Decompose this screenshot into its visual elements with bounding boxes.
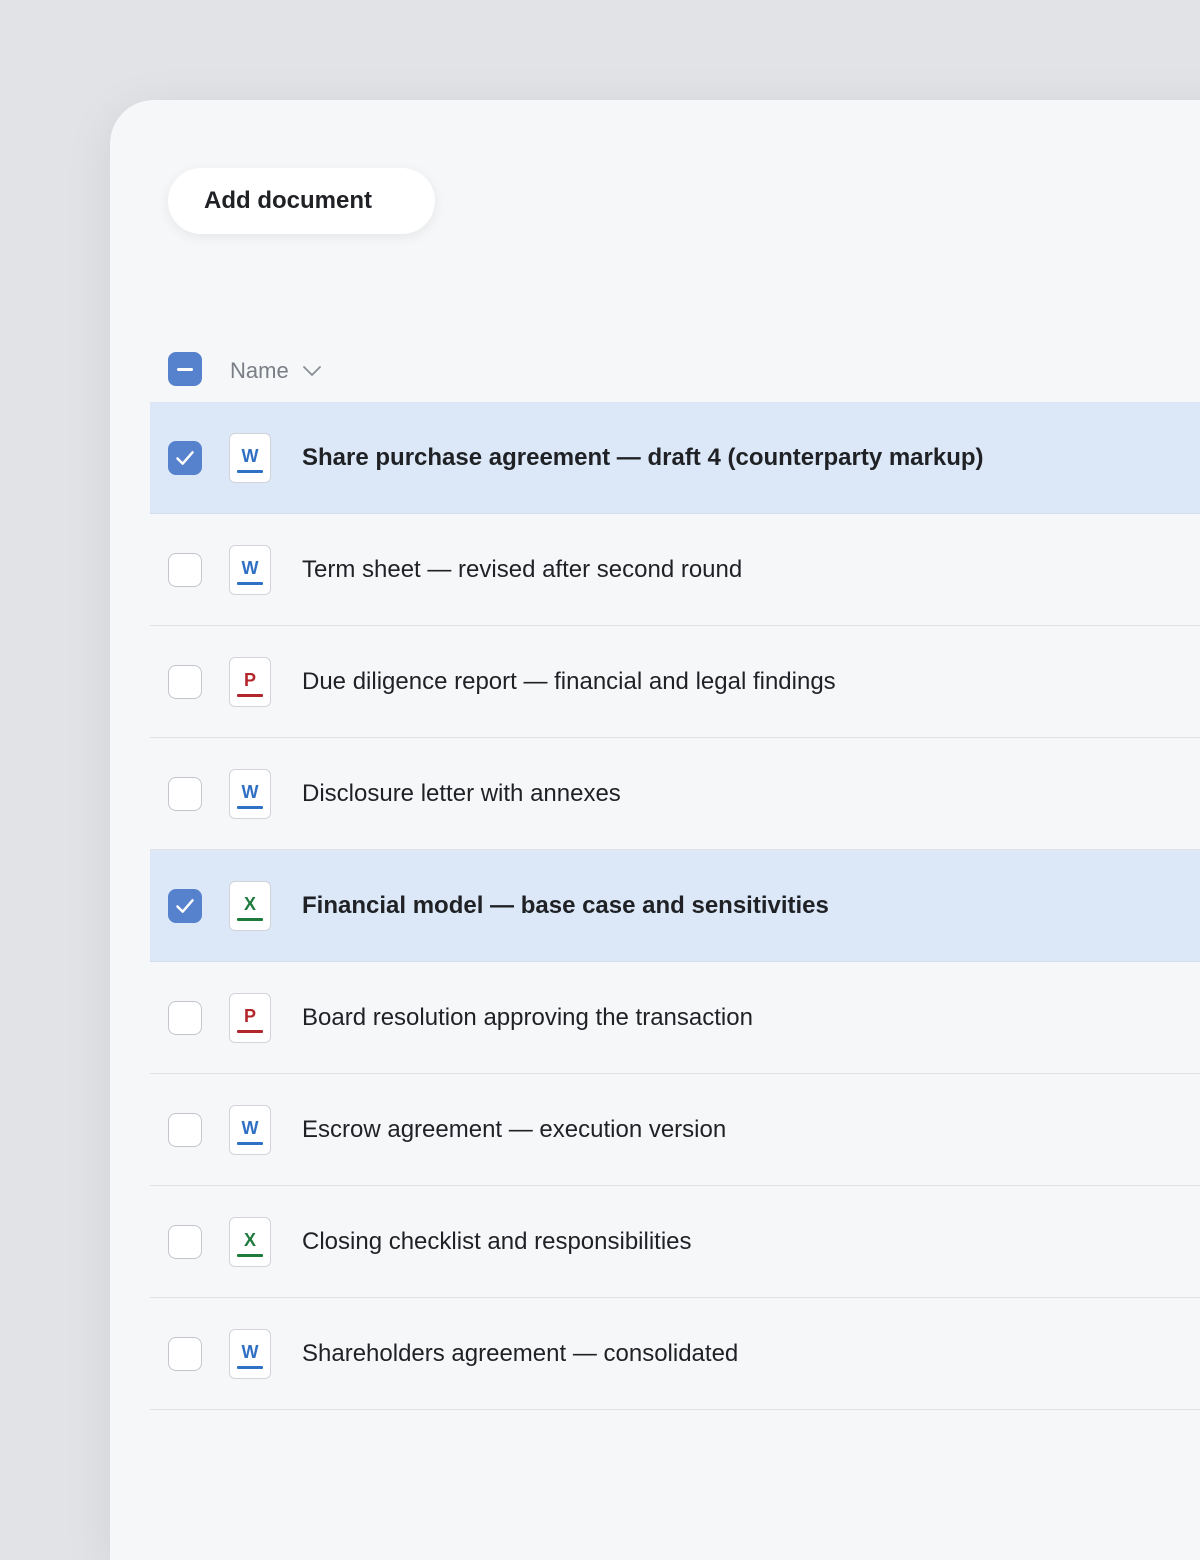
table-row[interactable]: W Shareholders agreement — consolidated — [150, 1298, 1200, 1410]
file-type-underline — [237, 1366, 263, 1369]
select-all-checkbox[interactable] — [168, 352, 202, 386]
pdf-file-icon: P — [229, 657, 271, 707]
table-row[interactable]: W Escrow agreement — execution version — [150, 1074, 1200, 1186]
file-type-letter: W — [241, 1118, 259, 1138]
file-type-letter: P — [243, 670, 256, 690]
excel-file-icon: X — [229, 1217, 271, 1267]
row-checkbox[interactable] — [168, 777, 202, 811]
document-name[interactable]: Board resolution approving the transacti… — [302, 1004, 753, 1032]
checkmark-icon — [176, 451, 194, 465]
table-row[interactable]: P Due diligence report — financial and le… — [150, 626, 1200, 738]
word-file-icon: W — [229, 1329, 271, 1379]
file-type-underline — [237, 582, 263, 585]
add-document-button[interactable]: Add document — [168, 168, 435, 234]
file-type-underline — [237, 1142, 263, 1145]
row-checkbox[interactable] — [168, 553, 202, 587]
document-name[interactable]: Closing checklist and responsibilities — [302, 1228, 692, 1256]
word-file-icon: W — [229, 545, 271, 595]
row-checkbox[interactable] — [168, 1225, 202, 1259]
row-checkbox[interactable] — [168, 441, 202, 475]
document-name[interactable]: Term sheet — revised after second round — [302, 556, 742, 584]
table-row[interactable]: X Financial model — base case and sensiti… — [150, 850, 1200, 962]
document-name[interactable]: Disclosure letter with annexes — [302, 780, 621, 808]
table-row[interactable]: W Share purchase agreement — draft 4 (cou… — [150, 402, 1200, 514]
documents-panel: Add document Name W Share purchase agreem… — [110, 100, 1200, 1560]
row-checkbox[interactable] — [168, 1001, 202, 1035]
file-type-underline — [237, 918, 263, 921]
row-checkbox[interactable] — [168, 665, 202, 699]
word-file-icon: W — [229, 769, 271, 819]
minus-icon — [177, 367, 193, 371]
file-type-letter: X — [243, 894, 256, 914]
file-type-underline — [237, 694, 263, 697]
row-checkbox[interactable] — [168, 1113, 202, 1147]
file-type-letter: P — [243, 1006, 256, 1026]
name-column-label: Name — [230, 358, 289, 383]
file-type-letter: W — [241, 558, 259, 578]
pdf-file-icon: P — [229, 993, 271, 1043]
chevron-down-icon — [302, 366, 321, 376]
table-header: Name — [150, 348, 1200, 392]
file-type-letter: W — [241, 446, 259, 466]
table-row[interactable]: W Term sheet — revised after second round — [150, 514, 1200, 626]
row-checkbox[interactable] — [168, 1337, 202, 1371]
file-type-underline — [237, 1254, 263, 1257]
file-type-letter: X — [243, 1230, 256, 1250]
name-column-header[interactable]: Name — [230, 356, 323, 386]
document-name[interactable]: Share purchase agreement — draft 4 (coun… — [302, 444, 984, 472]
excel-file-icon: X — [229, 881, 271, 931]
document-name[interactable]: Shareholders agreement — consolidated — [302, 1340, 738, 1368]
table-row[interactable]: W Disclosure letter with annexes — [150, 738, 1200, 850]
file-type-underline — [237, 470, 263, 473]
file-type-underline — [237, 806, 263, 809]
table-row[interactable]: X Closing checklist and responsibilities — [150, 1186, 1200, 1298]
file-type-letter: W — [241, 1342, 259, 1362]
word-file-icon: W — [229, 433, 271, 483]
file-type-letter: W — [241, 782, 259, 802]
document-list: W Share purchase agreement — draft 4 (cou… — [150, 402, 1200, 1410]
row-checkbox[interactable] — [168, 889, 202, 923]
document-name[interactable]: Escrow agreement — execution version — [302, 1116, 726, 1144]
table-row[interactable]: P Board resolution approving the transact… — [150, 962, 1200, 1074]
document-name[interactable]: Financial model — base case and sensitiv… — [302, 892, 829, 920]
checkmark-icon — [176, 899, 194, 913]
word-file-icon: W — [229, 1105, 271, 1155]
document-name[interactable]: Due diligence report — financial and leg… — [302, 668, 836, 696]
file-type-underline — [237, 1030, 263, 1033]
